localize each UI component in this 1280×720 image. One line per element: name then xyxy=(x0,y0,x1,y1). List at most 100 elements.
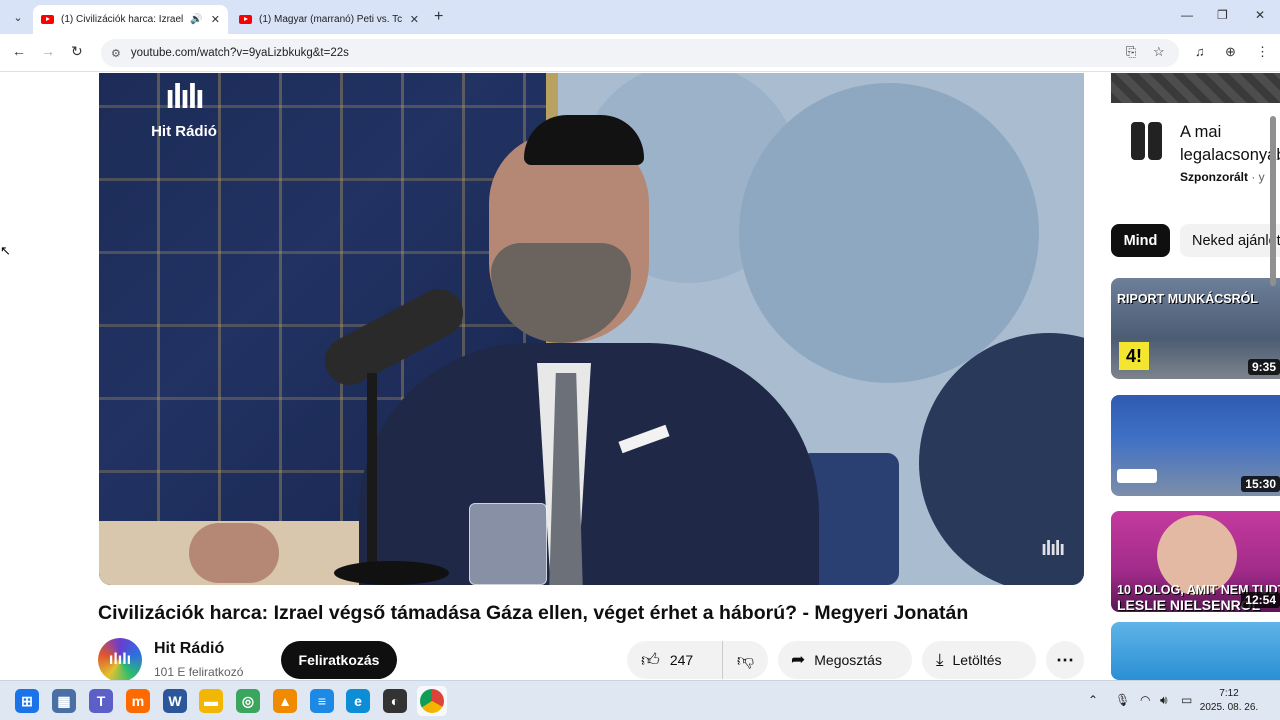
word-icon[interactable]: W xyxy=(163,689,187,713)
translate-globe-icon[interactable]: ⊕ xyxy=(1225,44,1236,60)
tab-close-icon[interactable]: ✕ xyxy=(410,13,419,26)
tray-chevron-icon[interactable]: ⌃ xyxy=(1088,693,1098,707)
thumbs-up-icon: 👍︎ xyxy=(641,650,660,670)
system-clock[interactable]: 7:12 2025. 08. 26. xyxy=(1196,687,1262,715)
sponsored-text: Szponzorált xyxy=(1180,170,1248,184)
clock-time: 7:12 xyxy=(1219,688,1239,699)
ad-sponsored-label: Szponzorált · y xyxy=(1180,170,1265,184)
chip-all[interactable]: Mind xyxy=(1111,224,1170,257)
subscribe-button[interactable]: Feliratkozás xyxy=(281,641,397,679)
file-explorer-icon[interactable]: ▬ xyxy=(199,689,223,713)
tab-title: (1) Civilizációk harca: Izrael xyxy=(61,14,184,25)
water-glass xyxy=(469,503,547,585)
more-actions-button[interactable]: ⋯ xyxy=(1046,641,1084,679)
download-label: Letöltés xyxy=(952,652,1002,668)
hit-radio-logo-icon: ılılı xyxy=(165,78,204,116)
like-count: 247 xyxy=(669,652,694,668)
video-title: Civilizációk harca: Izrael végső támadás… xyxy=(98,602,969,624)
thumbnail-badge: 4! xyxy=(1119,342,1149,370)
share-arrow-icon: ➦ xyxy=(791,650,806,669)
download-icon: ⤓ xyxy=(936,650,944,669)
channel-avatar[interactable]: ılılı xyxy=(98,638,142,682)
more-dots-icon: ⋯ xyxy=(1056,649,1074,670)
download-button[interactable]: ⤓ Letöltés xyxy=(922,641,1036,679)
ad-product-image[interactable] xyxy=(1131,118,1171,163)
xiaomi-app-icon[interactable]: m xyxy=(126,689,150,713)
reload-icon[interactable]: ↻ xyxy=(71,43,83,60)
microphone-base xyxy=(334,561,449,585)
windows-start-icon[interactable]: ⊞ xyxy=(15,689,39,713)
tab-title: (1) Magyar (marranó) Peti vs. Tc xyxy=(259,14,402,25)
thumbnail-caption-secondary: LESLIE NIELSENRŐL xyxy=(1117,597,1261,612)
channel-watermark-icon[interactable]: ılılı xyxy=(1041,538,1065,561)
thumbnail-caption: RIPORT MUNKÁCSRÓL xyxy=(1117,292,1258,306)
youtube-favicon-icon xyxy=(239,15,252,24)
browser-nav-bar: ← → ↻ ⚙ youtube.com/watch?v=9yaLizbkukg&… xyxy=(0,34,1280,72)
browser-menu-icon[interactable]: ⋮ xyxy=(1256,44,1269,60)
notepad-icon[interactable]: ≡ xyxy=(310,689,334,713)
minimize-icon[interactable]: — xyxy=(1181,8,1193,22)
thumbnail-logo xyxy=(1117,469,1157,483)
edge-icon[interactable]: e xyxy=(346,689,370,713)
tab-search-chevron-icon[interactable]: ⌄ xyxy=(8,7,28,27)
window-close-icon[interactable]: ✕ xyxy=(1255,8,1265,22)
ad-title-line: A mai xyxy=(1180,123,1222,141)
hit-radio-logo: ılılı Hit Rádió xyxy=(139,79,229,140)
video-player[interactable]: ılılı Hit Rádió ılılı xyxy=(99,73,1084,585)
speaker-kippah xyxy=(524,115,644,165)
app-icon-with-badge[interactable]: ◐ xyxy=(383,689,407,713)
chrome-icon[interactable] xyxy=(420,689,444,713)
new-tab-plus-icon[interactable]: + xyxy=(434,8,443,26)
site-info-icon[interactable]: ⚙ xyxy=(111,47,121,60)
browser-tab-bar: ⌄ (1) Civilizációk harca: Izrael 🔊 ✕ (1)… xyxy=(0,0,1280,34)
tab-active[interactable]: (1) Civilizációk harca: Izrael 🔊 ✕ xyxy=(33,5,228,34)
calculator-icon[interactable]: ▦ xyxy=(52,689,76,713)
media-controls-icon[interactable]: ♫ xyxy=(1195,44,1205,59)
sidebar-scrollbar[interactable] xyxy=(1270,116,1276,286)
wifi-icon[interactable]: ◠ xyxy=(1140,693,1150,707)
related-video-thumbnail[interactable] xyxy=(1111,622,1280,680)
clock-date: 2025. 08. 26. xyxy=(1199,702,1259,713)
ad-banner-image[interactable] xyxy=(1111,73,1280,103)
related-video-thumbnail[interactable]: 10 DOLOG, AMIT NEM TUDTÁL LESLIE NIELSEN… xyxy=(1111,511,1280,612)
speaker-hand xyxy=(189,523,279,583)
address-bar[interactable]: ⚙ youtube.com/watch?v=9yaLizbkukg&t=22s xyxy=(101,39,1179,67)
acoustic-panel xyxy=(739,83,1039,383)
ad-title-line: legalacsonyabb xyxy=(1180,146,1280,164)
url-text: youtube.com/watch?v=9yaLizbkukg&t=22s xyxy=(130,47,349,59)
ad-title[interactable]: A mai legalacsonyabb xyxy=(1180,121,1280,167)
windows-taskbar: ⊞ ▦ T m W ▬ ◎ ▲ ≡ e ◐ ⌃ 🎙︎ ◠ 🔊︎ ▭ 7:12 2… xyxy=(0,680,1280,720)
ad-domain: · y xyxy=(1251,170,1265,184)
youtube-favicon-icon xyxy=(41,15,54,24)
share-button[interactable]: ➦ Megosztás xyxy=(778,641,912,679)
related-video-thumbnail[interactable]: RIPORT MUNKÁCSRÓL 4! 9:35 xyxy=(1111,278,1280,379)
tab-close-icon[interactable]: ✕ xyxy=(211,13,220,26)
battery-icon[interactable]: ▭ xyxy=(1181,693,1192,707)
speaker-icon[interactable]: 🔊 xyxy=(190,14,202,25)
mouse-cursor-icon: ↖ xyxy=(0,243,11,258)
tab-inactive[interactable]: (1) Magyar (marranó) Peti vs. Tc ✕ xyxy=(231,5,427,34)
thumbs-down-icon: 👎︎ xyxy=(736,650,755,670)
volume-icon[interactable]: 🔊︎ xyxy=(1160,693,1168,708)
dislike-button[interactable]: 👎︎ xyxy=(723,650,768,671)
hit-radio-logo-label: Hit Rádió xyxy=(151,123,217,140)
video-duration: 12:54 xyxy=(1241,592,1280,608)
teams-icon[interactable]: T xyxy=(89,689,113,713)
vlc-icon[interactable]: ▲ xyxy=(273,689,297,713)
install-app-icon[interactable]: ⎘ xyxy=(1126,44,1136,60)
chip-recommended[interactable]: Neked ajánlott xyxy=(1180,224,1280,257)
microphone-stand xyxy=(367,373,377,573)
microphone-icon[interactable]: 🎙︎ xyxy=(1115,693,1130,707)
related-video-thumbnail[interactable]: 15:30 xyxy=(1111,395,1280,496)
like-button[interactable]: 👍︎ 247 xyxy=(627,641,723,679)
maps-app-icon[interactable]: ◎ xyxy=(236,689,260,713)
like-dislike-group: 👍︎ 247 👎︎ xyxy=(627,641,768,679)
bookmark-star-icon[interactable]: ☆ xyxy=(1153,44,1165,60)
video-duration: 9:35 xyxy=(1247,359,1280,375)
channel-name[interactable]: Hit Rádió xyxy=(154,640,224,658)
forward-arrow-icon[interactable]: → xyxy=(41,43,55,59)
subscriber-count: 101 E feliratkozó xyxy=(154,665,244,679)
video-duration: 15:30 xyxy=(1241,476,1280,492)
maximize-icon[interactable]: ❐ xyxy=(1217,8,1228,22)
back-arrow-icon[interactable]: ← xyxy=(12,43,26,59)
